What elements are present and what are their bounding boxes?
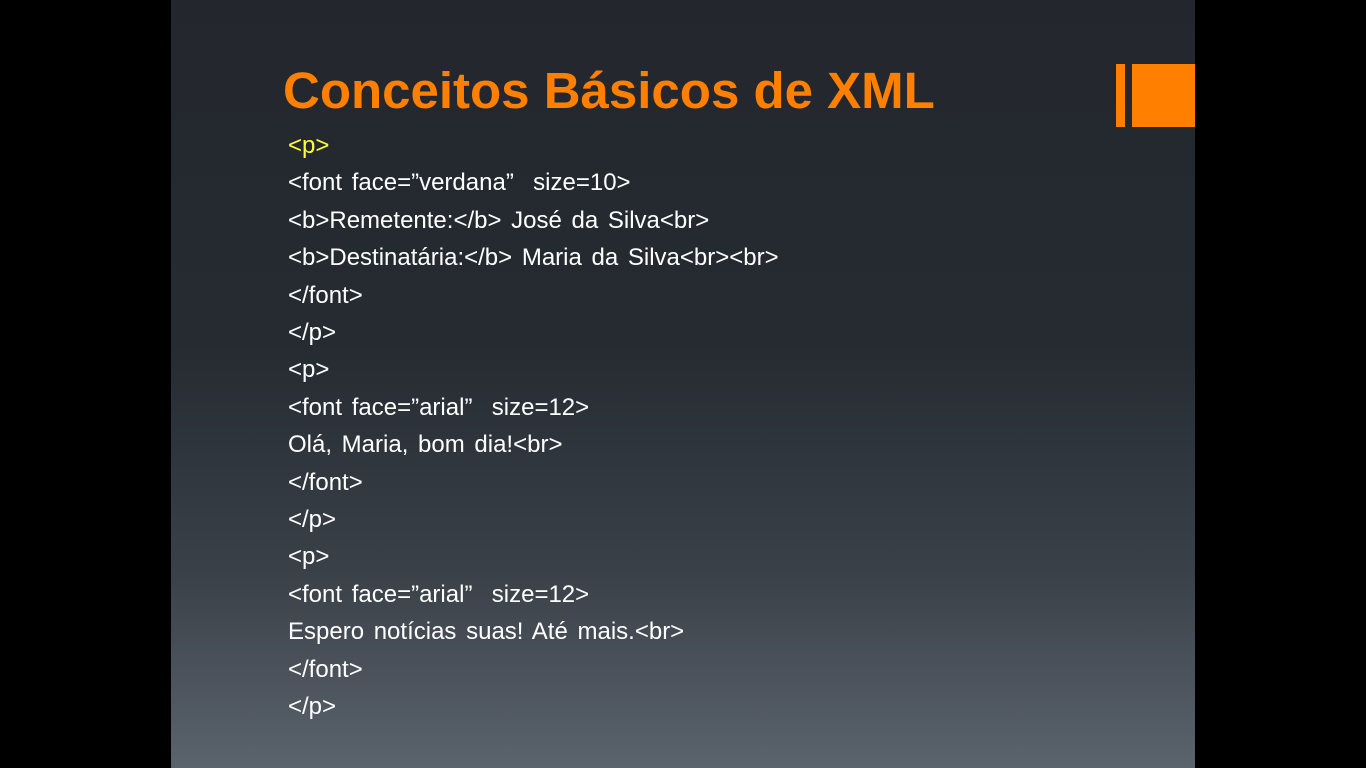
screen-background: Conceitos Básicos de XML <p> <font face=… — [0, 0, 1366, 768]
code-line: <b>Remetente:</b> José da Silva<br> — [288, 206, 710, 234]
code-line: </p> — [288, 319, 337, 347]
code-line: <p> — [288, 132, 330, 159]
code-line: <p> — [288, 543, 330, 571]
code-line: <font face=”arial” size=12> — [288, 393, 590, 421]
code-line: <font face=”arial” size=12> — [288, 580, 590, 608]
code-line: Espero notícias suas! Até mais.<br> — [288, 618, 685, 646]
code-line: </p> — [288, 693, 337, 721]
accent-block-decoration — [1132, 64, 1195, 127]
code-line: <p> — [288, 356, 330, 384]
code-line: <font face=”verdana” size=10> — [288, 169, 631, 197]
presentation-slide: Conceitos Básicos de XML <p> <font face=… — [171, 0, 1195, 768]
slide-title: Conceitos Básicos de XML — [283, 62, 935, 119]
code-line: </font> — [288, 468, 363, 496]
code-line: Olá, Maria, bom dia!<br> — [288, 431, 563, 459]
code-lines-list: <p> <font face=”verdana” size=10> <b>Rem… — [288, 127, 779, 726]
code-line: </font> — [288, 281, 363, 309]
accent-bar-decoration — [1116, 64, 1125, 127]
code-line: </font> — [288, 655, 363, 683]
code-line: </p> — [288, 506, 337, 534]
code-line: <b>Destinatária:</b> Maria da Silva<br><… — [288, 244, 779, 272]
